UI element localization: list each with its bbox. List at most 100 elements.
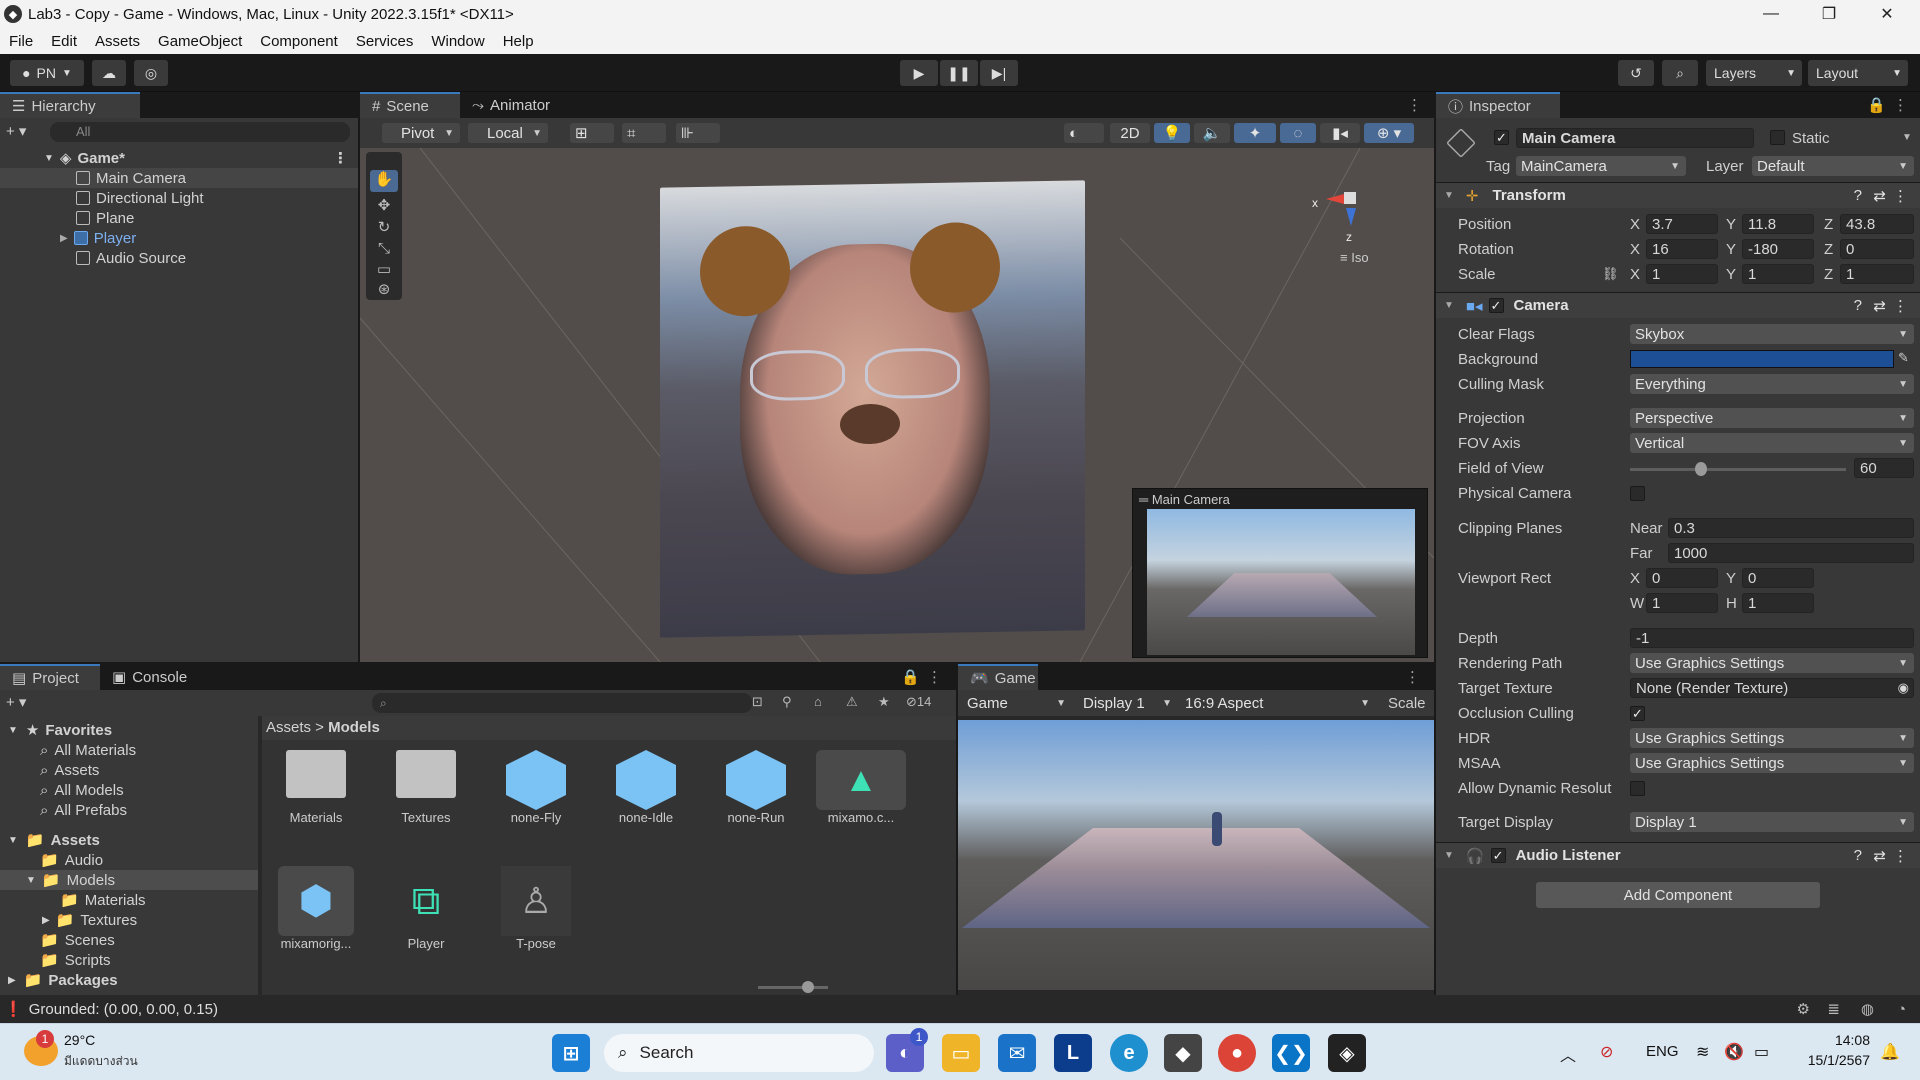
hierarchy-search-input[interactable]: All — [50, 122, 350, 142]
asset-mixamorig[interactable]: ⬢ mixamorig... — [276, 866, 356, 951]
rotation-z-field[interactable]: 0 — [1840, 239, 1914, 259]
effects-icon[interactable]: ✦ — [1234, 123, 1276, 143]
favorite-star-icon[interactable]: ★ — [878, 694, 890, 710]
rotation-x-field[interactable]: 16 — [1646, 239, 1718, 259]
menu-window[interactable]: Window — [422, 33, 493, 50]
asset-t-pose[interactable]: ♙ T-pose — [496, 866, 576, 951]
tree-item-audio[interactable]: 📁 Audio — [0, 850, 258, 870]
maximize-button[interactable]: ❐ — [1800, 0, 1858, 28]
unity-hub-icon[interactable]: ◆ — [1164, 1034, 1202, 1072]
audio-icon[interactable]: 🔈 — [1194, 123, 1230, 143]
shading-mode-icon[interactable]: ◐ — [1064, 123, 1104, 143]
packages-header[interactable]: ▶ 📁 Packages — [0, 970, 258, 990]
clock-date[interactable]: 15/1/2567 — [1790, 1052, 1870, 1068]
label-icon[interactable]: ⌂ — [814, 694, 822, 709]
occlusion-culling-checkbox[interactable]: ✓ — [1630, 706, 1645, 721]
viewport-h-field[interactable]: 1 — [1742, 593, 1814, 613]
hierarchy-item-audio-source[interactable]: Audio Source — [0, 248, 358, 268]
asset-player[interactable]: ⧉ Player — [386, 866, 466, 951]
asset-textures[interactable]: Textures — [386, 750, 466, 825]
scene-viewport[interactable]: ✋ ✥ ↻ ⤡ ▭ ⊛ x z ≡ Iso ═ Main Camera — [360, 148, 1434, 662]
layout-dropdown[interactable]: Layout ▼ — [1808, 60, 1908, 86]
viewport-x-field[interactable]: 0 — [1646, 568, 1718, 588]
position-x-field[interactable]: 3.7 — [1646, 214, 1718, 234]
fov-slider-track[interactable] — [1630, 468, 1846, 471]
help-icon[interactable]: ? — [1854, 297, 1862, 314]
increment-snap-icon[interactable]: ⌗ — [622, 123, 666, 143]
near-field[interactable]: 0.3 — [1668, 518, 1914, 538]
file-explorer-icon[interactable]: ▭ — [942, 1034, 980, 1072]
add-icon[interactable]: + ▾ — [6, 693, 26, 711]
transform-header[interactable]: ▼ ✛ Transform ? ⇄ ⋮ — [1436, 182, 1920, 208]
asset-materials[interactable]: Materials — [276, 750, 356, 825]
tab-animator[interactable]: ⤳ Animator — [460, 92, 580, 118]
game-viewport[interactable] — [958, 720, 1434, 990]
static-dropdown-chevron[interactable]: ▼ — [1902, 132, 1912, 143]
edge-icon[interactable]: e — [1110, 1034, 1148, 1072]
taskbar-search[interactable]: ⌕ Search — [604, 1034, 874, 1072]
tab-scene[interactable]: # Scene — [360, 92, 460, 118]
tree-item-materials[interactable]: 📁 Materials — [0, 890, 258, 910]
tree-item-scripts[interactable]: 📁 Scripts — [0, 950, 258, 970]
layers-dropdown[interactable]: Layers ▼ — [1706, 60, 1802, 86]
rendering-path-dropdown[interactable]: Use Graphics Settings ▼ — [1630, 653, 1914, 673]
preset-icon[interactable]: ⇄ — [1873, 297, 1886, 315]
camera-header[interactable]: ▼ ■◂ ✓ Camera ? ⇄ ⋮ — [1436, 292, 1920, 318]
play-button[interactable]: ▶ — [900, 60, 938, 86]
camera-enabled-checkbox[interactable]: ✓ — [1488, 298, 1504, 313]
favorite-item[interactable]: ⌕ All Prefabs — [0, 800, 258, 820]
menu-edit[interactable]: Edit — [42, 33, 86, 50]
hdr-dropdown[interactable]: Use Graphics Settings ▼ — [1630, 728, 1914, 748]
battery-icon[interactable]: ▭ — [1754, 1042, 1769, 1062]
static-checkbox[interactable] — [1770, 130, 1785, 145]
minimize-button[interactable]: — — [1742, 0, 1800, 28]
step-button[interactable]: ▶| — [980, 60, 1018, 86]
cache-icon[interactable]: ◍ — [1861, 1000, 1874, 1018]
hierarchy-item-directional-light[interactable]: Directional Light — [0, 188, 358, 208]
language-indicator[interactable]: ENG — [1646, 1043, 1679, 1060]
ruler-icon[interactable]: ⊪ — [676, 123, 720, 143]
tree-item-scenes[interactable]: 📁 Scenes — [0, 930, 258, 950]
camera-settings-icon[interactable]: ▮◂ — [1320, 123, 1360, 143]
more-icon[interactable]: ⋮ — [1893, 297, 1908, 315]
msaa-dropdown[interactable]: Use Graphics Settings ▼ — [1630, 753, 1914, 773]
scene-row[interactable]: ▼ ◈ Game* ⋮ — [0, 148, 358, 168]
mail-icon[interactable]: ✉ — [998, 1034, 1036, 1072]
position-z-field[interactable]: 43.8 — [1840, 214, 1914, 234]
search-by-type-icon[interactable]: ⊡ — [752, 694, 763, 710]
background-color-swatch[interactable] — [1630, 350, 1894, 368]
status-text[interactable]: Grounded: (0.00, 0.00, 0.15) — [29, 1001, 218, 1018]
menu-component[interactable]: Component — [251, 33, 347, 50]
scale-x-field[interactable]: 1 — [1646, 264, 1718, 284]
far-field[interactable]: 1000 — [1668, 543, 1914, 563]
asset-none-run[interactable]: none-Run — [716, 750, 796, 825]
hidden-packages-toggle[interactable]: ⊘14 — [906, 694, 931, 710]
favorite-item[interactable]: ⌕ Assets — [0, 760, 258, 780]
scale-z-field[interactable]: 1 — [1840, 264, 1914, 284]
menu-assets[interactable]: Assets — [86, 33, 149, 50]
help-icon[interactable]: ? — [1854, 187, 1862, 204]
asset-mixamo-controller[interactable]: ▲ mixamo.c... — [806, 750, 916, 825]
tab-inspector[interactable]: ⓘ Inspector — [1436, 92, 1560, 118]
favorite-item[interactable]: ⌕ All Models — [0, 780, 258, 800]
asset-none-idle[interactable]: none-Idle — [606, 750, 686, 825]
eyedropper-icon[interactable]: ✎ — [1898, 350, 1909, 366]
audio-listener-checkbox[interactable]: ✓ — [1490, 848, 1506, 863]
favorites-header[interactable]: ▼ ★ Favorites — [0, 720, 258, 740]
tab-hierarchy[interactable]: ☰ Hierarchy — [0, 92, 140, 118]
hierarchy-item-player[interactable]: ▶ Player — [0, 228, 358, 248]
clock-time[interactable]: 14:08 — [1800, 1032, 1870, 1048]
debug-icon[interactable]: ⚙ — [1797, 1000, 1810, 1018]
transform-tool-icon[interactable]: ⊛ — [370, 280, 398, 300]
progress-icon[interactable]: ◔ — [1897, 1001, 1906, 1018]
lock-icon[interactable]: 🔒 — [901, 668, 920, 686]
target-texture-field[interactable]: None (Render Texture) ◉ — [1630, 678, 1914, 698]
local-dropdown[interactable]: Local ▼ — [468, 123, 548, 143]
fov-axis-dropdown[interactable]: Vertical ▼ — [1630, 433, 1914, 453]
hierarchy-item-plane[interactable]: Plane — [0, 208, 358, 228]
assets-header[interactable]: ▼ 📁 Assets — [0, 830, 258, 850]
game-mode-dropdown[interactable]: Game ▼ — [962, 693, 1072, 713]
preset-icon[interactable]: ⇄ — [1873, 187, 1886, 205]
constrain-proportions-icon[interactable]: ⛓ — [1602, 266, 1619, 282]
clear-flags-dropdown[interactable]: Skybox ▼ — [1630, 324, 1914, 344]
